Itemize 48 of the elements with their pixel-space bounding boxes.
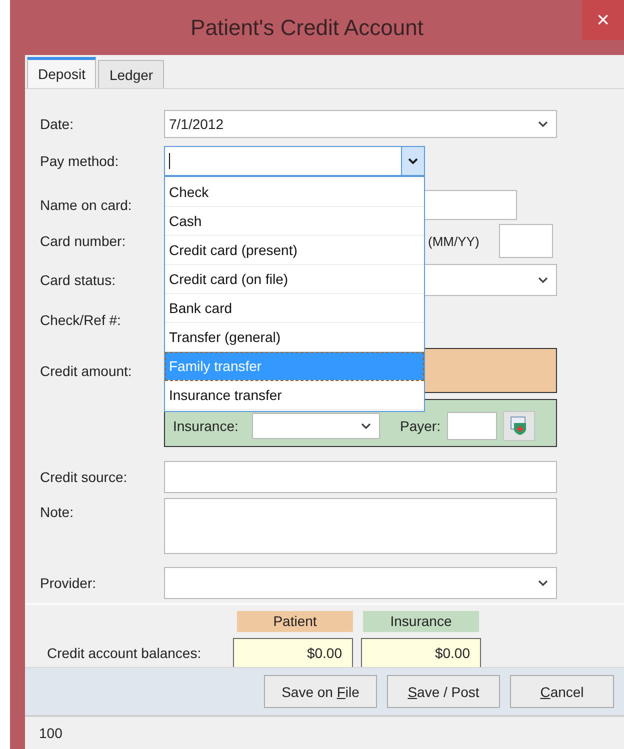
field-label: Credit amount: — [40, 362, 133, 378]
field-label: Pay method: — [40, 153, 120, 169]
field-label: Card status: — [40, 272, 116, 288]
window-title: Patient's Credit Account — [190, 14, 424, 40]
field-label: Check/Ref #: — [40, 312, 122, 328]
balances-label: Credit account balances: — [47, 645, 202, 661]
column-header: Insurance — [363, 611, 479, 632]
input-field[interactable] — [499, 224, 553, 258]
balance-field: $0.00 — [233, 638, 353, 668]
dropdown-option[interactable]: Credit card (on file) — [165, 265, 424, 294]
field-label: Date: — [40, 116, 74, 132]
chevron-down-icon — [538, 580, 548, 586]
dialog-button[interactable]: Cancel — [510, 675, 614, 708]
field-label: Payer: — [400, 418, 442, 434]
field-label: Note: — [40, 503, 74, 520]
dropdown-option[interactable]: Bank card — [165, 294, 424, 323]
dropdown-button[interactable] — [401, 147, 424, 175]
input-field[interactable] — [447, 412, 497, 440]
date-dropdown[interactable]: 7/1/2012 — [164, 110, 557, 138]
shield-cross-icon — [509, 416, 529, 436]
dropdown-option[interactable]: Cash — [165, 207, 424, 236]
tab[interactable]: Ledger — [98, 60, 164, 88]
balance-field: $0.00 — [361, 638, 481, 668]
field-label: Credit source: — [40, 469, 128, 485]
input-field[interactable] — [164, 461, 557, 493]
date-value: 7/1/2012 — [168, 116, 224, 132]
insurance-dropdown[interactable] — [252, 413, 380, 439]
chevron-down-icon — [408, 158, 418, 164]
field-label: Name on card: — [40, 197, 133, 213]
dialog-button[interactable]: Save on File — [264, 675, 377, 708]
dialog-button[interactable]: Save / Post — [387, 675, 500, 708]
status-text: 100 — [39, 725, 62, 741]
chevron-down-icon — [538, 277, 548, 283]
provider-dropdown[interactable] — [164, 567, 557, 599]
tab[interactable]: Deposit — [27, 57, 96, 88]
field-label: Insurance: — [173, 418, 240, 434]
field-label: (MM/YY) — [428, 234, 480, 248]
column-header: Patient — [237, 611, 353, 632]
dropdown-option[interactable]: Check — [165, 178, 424, 207]
dropdown-option[interactable]: Insurance transfer — [165, 381, 424, 410]
note-field[interactable] — [164, 498, 557, 554]
field-label: Card number: — [40, 233, 127, 249]
close-button[interactable]: × — [582, 0, 624, 40]
dropdown-option[interactable]: Credit card (present) — [165, 236, 424, 265]
chevron-down-icon — [361, 423, 371, 429]
chevron-down-icon — [538, 121, 548, 127]
field-label: Provider: — [40, 575, 98, 591]
insurance-lookup-button[interactable] — [503, 411, 535, 441]
